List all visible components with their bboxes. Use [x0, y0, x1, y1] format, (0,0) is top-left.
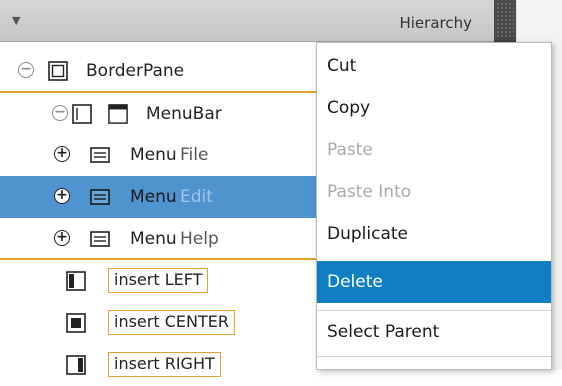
- container-icon: [72, 104, 92, 124]
- tree-item-label: Menu: [130, 145, 177, 165]
- tree-item-text: Edit: [180, 187, 213, 207]
- menu-item-paste[interactable]: Paste: [317, 129, 551, 171]
- tree-item-text: Help: [180, 229, 219, 249]
- panel-title: Hierarchy: [399, 14, 472, 32]
- context-menu: Cut Copy Paste Paste Into Duplicate Dele…: [316, 42, 552, 370]
- tree-item-label: Menu: [130, 187, 177, 207]
- right-region-icon: [66, 355, 86, 375]
- hierarchy-panel-header: ▼ Hierarchy: [0, 0, 494, 42]
- menu-item-delete[interactable]: Delete: [317, 261, 551, 303]
- insert-center-placeholder[interactable]: insert CENTER: [108, 310, 235, 335]
- expand-icon[interactable]: +: [54, 146, 70, 162]
- menu-item-copy[interactable]: Copy: [317, 87, 551, 129]
- center-region-icon: [66, 313, 86, 333]
- insert-left-placeholder[interactable]: insert LEFT: [108, 268, 209, 293]
- expand-icon[interactable]: +: [54, 188, 70, 204]
- menu-item-cut[interactable]: Cut: [317, 45, 551, 87]
- collapse-icon[interactable]: −: [18, 62, 34, 78]
- menu-item-duplicate[interactable]: Duplicate: [317, 213, 551, 255]
- tree-item-text: File: [180, 145, 209, 165]
- tree-row-menu-edit[interactable]: + Menu Edit: [0, 176, 316, 218]
- panel-dropdown-icon[interactable]: ▼: [12, 14, 20, 27]
- left-region-icon: [66, 271, 86, 291]
- tree-item-label: Menu: [130, 229, 177, 249]
- menu-item-paste-into[interactable]: Paste Into: [317, 171, 551, 213]
- insert-right-placeholder[interactable]: insert RIGHT: [108, 352, 221, 377]
- panel-grip-handle[interactable]: [494, 0, 516, 42]
- menubar-icon: [108, 104, 128, 124]
- menu-item-select-parent[interactable]: Select Parent: [317, 311, 551, 353]
- menu-icon: [90, 231, 110, 247]
- menu-icon: [90, 189, 110, 205]
- menu-icon: [90, 147, 110, 163]
- borderpane-icon: [48, 61, 68, 81]
- menu-separator: [317, 356, 551, 357]
- collapse-icon[interactable]: −: [52, 105, 68, 121]
- tree-item-label: MenuBar: [146, 104, 222, 124]
- expand-icon[interactable]: +: [54, 230, 70, 246]
- tree-item-label: BorderPane: [86, 61, 185, 81]
